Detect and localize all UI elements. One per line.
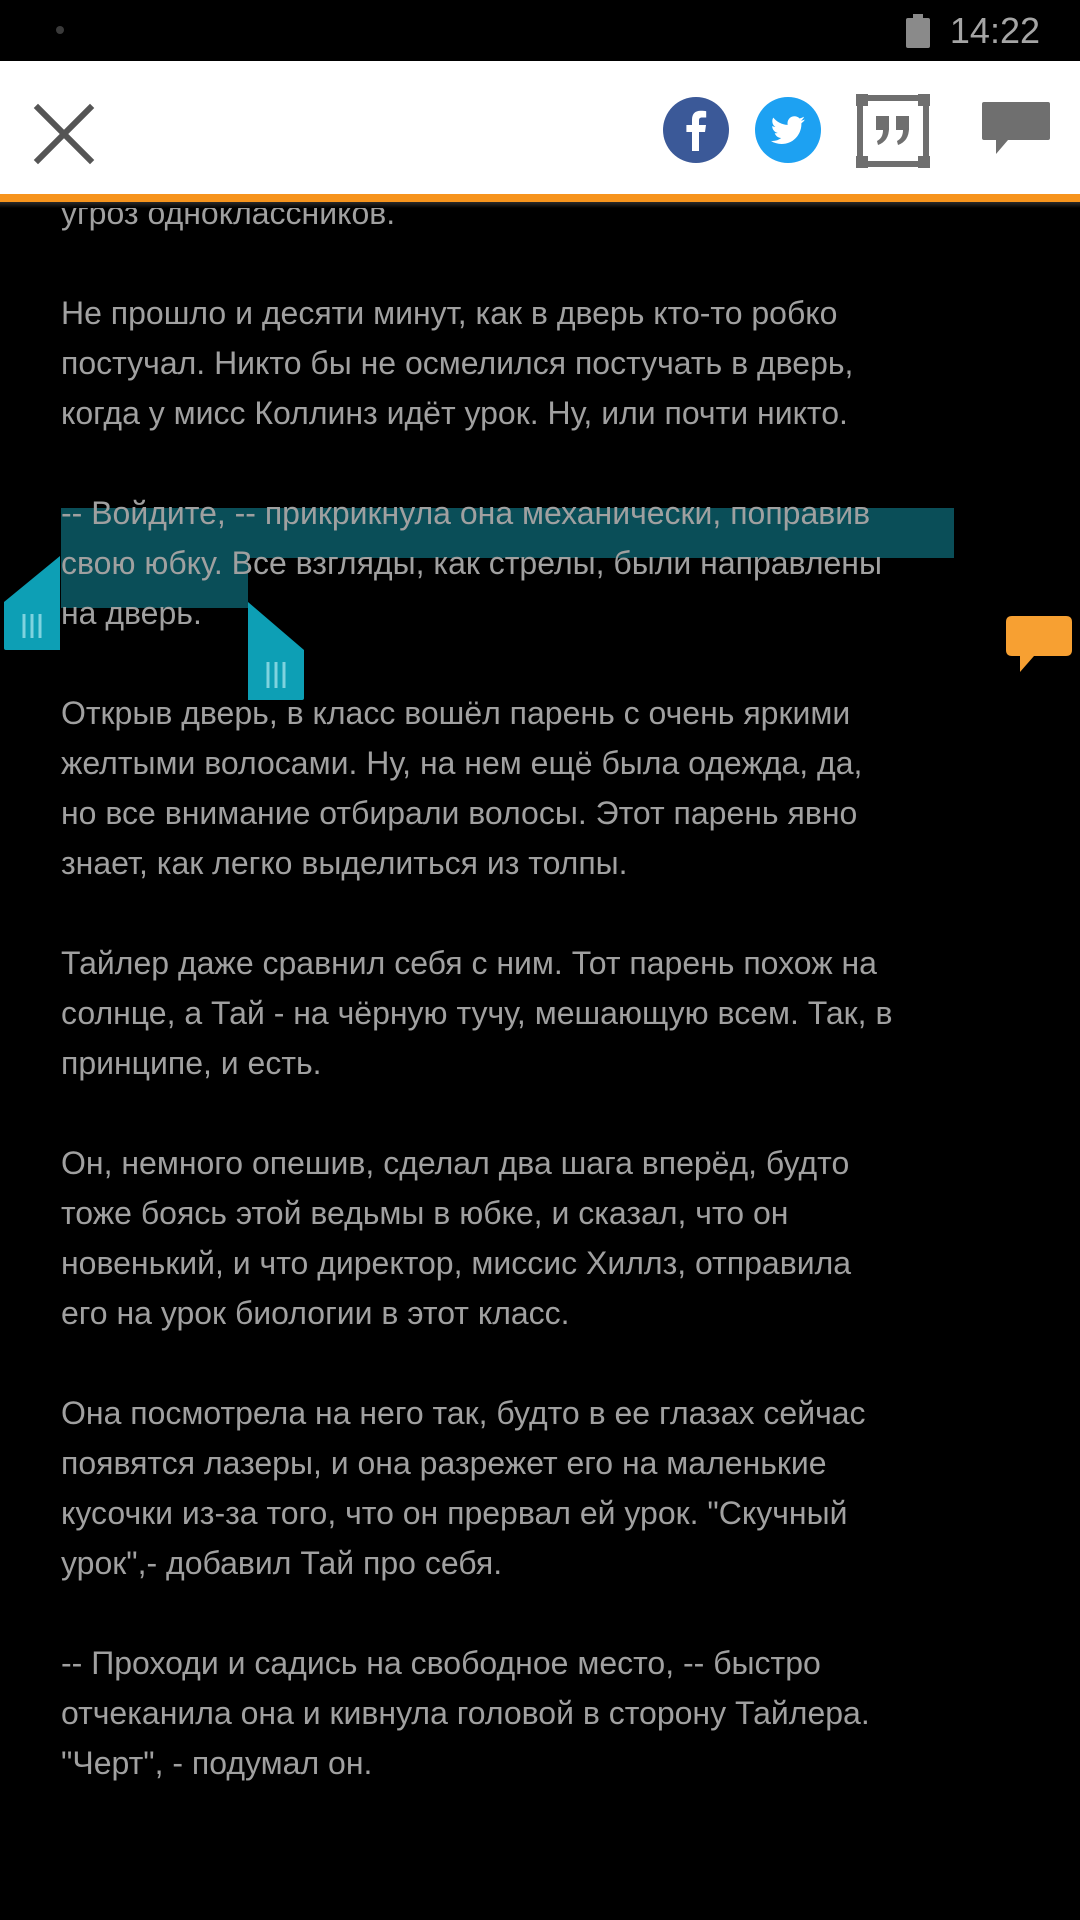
paragraph-selected: -- Войдите, -- прикрикнула она механичес…	[61, 495, 882, 631]
quote-button[interactable]	[856, 94, 930, 168]
comment-bubble-icon	[1006, 616, 1072, 672]
paragraph: -- Проходи и садись на свободное место, …	[61, 1645, 870, 1781]
selection-handle-icon	[4, 556, 60, 650]
twitter-share-button[interactable]	[754, 96, 822, 164]
paragraph: Не прошло и десяти минут, как в дверь кт…	[61, 295, 854, 431]
add-comment-bubble[interactable]	[1004, 614, 1074, 676]
status-time: 14:22	[949, 10, 1040, 51]
selection-end-handle[interactable]	[248, 602, 304, 700]
close-icon	[33, 103, 95, 165]
facebook-share-button[interactable]	[662, 96, 730, 164]
reader-content: угроз одноклассников. Не прошло и десяти…	[0, 208, 1080, 1920]
chapter-text: угроз одноклассников. Не прошло и десяти…	[0, 208, 1080, 1838]
paragraph: Она посмотрела на него так, будто в ее г…	[61, 1395, 866, 1581]
selection-start-handle[interactable]	[4, 556, 60, 650]
close-button[interactable]	[26, 96, 102, 172]
paragraph: угроз одноклассников.	[61, 208, 396, 231]
paragraph: Тайлер даже сравнил себя с ним. Тот паре…	[61, 945, 893, 1081]
battery-icon	[906, 14, 930, 48]
notification-dot-icon	[56, 26, 64, 34]
quote-icon	[856, 94, 930, 168]
facebook-icon	[663, 97, 729, 163]
selection-handle-icon	[248, 602, 304, 700]
toolbar-accent-line	[0, 194, 1080, 202]
twitter-icon	[755, 97, 821, 163]
paragraph: Он, немного опешив, сделал два шага впер…	[61, 1145, 852, 1331]
comments-button[interactable]	[980, 100, 1052, 162]
status-bar: 14:22	[0, 0, 1080, 61]
paragraph: Открыв дверь, в класс вошёл парень с оче…	[61, 695, 863, 881]
comments-icon	[982, 102, 1050, 154]
